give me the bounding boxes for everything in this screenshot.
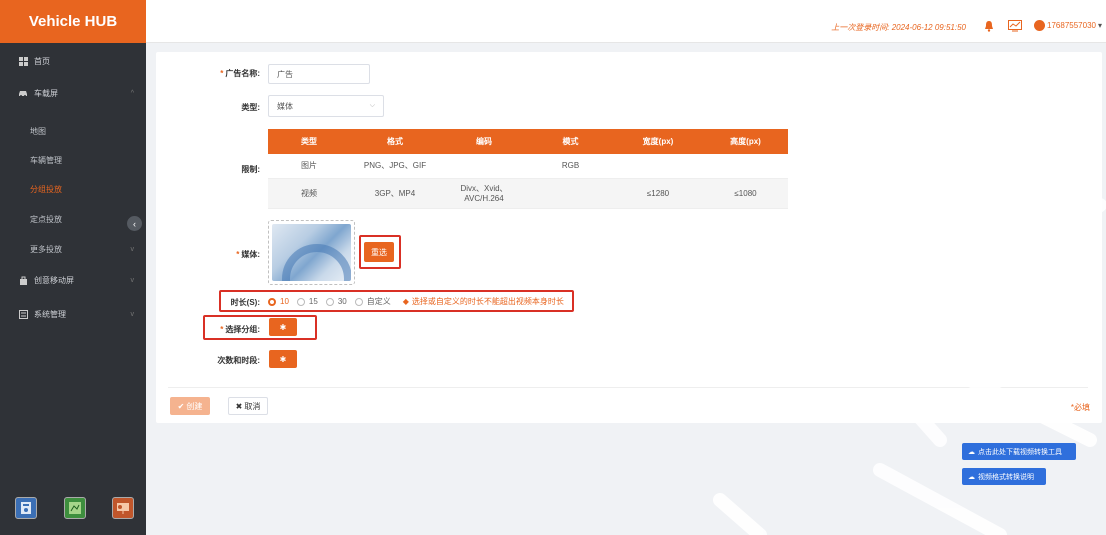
gear-icon: ✱ [279, 354, 287, 364]
media-preview-image [272, 224, 351, 281]
times-periods-label: 次数和时段: [217, 356, 260, 365]
ad-name-input[interactable]: 广告 [268, 64, 370, 84]
create-button[interactable]: ✔ 创建 [170, 397, 210, 415]
media-thumbnail[interactable] [268, 220, 355, 285]
sidebar-item-label: 创意移动屏 [34, 275, 74, 285]
sidebar-item-label: 车载屏 [34, 88, 58, 98]
column-header: 编码 [476, 136, 492, 146]
limits-table: 类型 格式 编码 模式 宽度(px) 高度(px) 图片 PNG、JPG、GIF… [268, 129, 788, 209]
select-group-button[interactable]: ✱ [269, 318, 297, 336]
times-periods-button[interactable]: ✱ [269, 350, 297, 368]
gear-icon: ✱ [279, 322, 287, 332]
avatar [1034, 20, 1046, 31]
duration-radio-group: 10 15 30 自定义 ◆ 选择或自定义的时长不能超出视频本身时长 [268, 296, 564, 307]
column-header: 高度(px) [730, 136, 761, 146]
limit-label: 限制: [241, 165, 260, 174]
chevron-down-icon: v [130, 276, 135, 284]
sidebar-item-label: 地图 [30, 126, 46, 136]
sidebar-item-home[interactable]: 首页 [0, 47, 146, 75]
user-menu[interactable]: 17687557030 ▾ [1034, 20, 1102, 31]
sidebar-item-label: 定点投放 [30, 214, 62, 224]
cancel-button[interactable]: ✖ 取消 [228, 397, 268, 415]
brand-logo[interactable]: Vehicle HUB [0, 0, 146, 43]
presentation-icon[interactable] [112, 497, 134, 519]
duration-option-15[interactable]: 15 [296, 297, 318, 306]
chevron-down-icon: ⌵ [369, 102, 375, 109]
group-label: * 选择分组: [220, 325, 260, 334]
username: 17687557030 [1047, 21, 1096, 30]
chevron-up-icon: ^ [130, 89, 134, 97]
sidebar-item-group-delivery[interactable]: 分组投放 [0, 175, 146, 203]
sidebar-item-vehicle-screen[interactable]: 车载屏 ^ [0, 79, 146, 107]
media-label: * 媒体: [236, 250, 260, 259]
column-header: 模式 [562, 136, 579, 146]
duration-option-10[interactable]: 10 [268, 297, 289, 306]
ad-name-label: * 广告名称: [220, 69, 260, 78]
map-tool-icon[interactable] [64, 497, 86, 519]
chevron-down-icon: v [130, 310, 135, 318]
divider [168, 387, 1088, 388]
table-cell: PNG、JPG、GIF [363, 161, 427, 170]
cloud-icon: ☁ [968, 473, 975, 481]
sidebar-item-system-management[interactable]: 系统管理 v [0, 300, 146, 328]
sidebar-item-creative-mobile-screen[interactable]: 创意移动屏 v [0, 266, 146, 294]
sidebar-item-label: 首页 [34, 56, 50, 66]
table-cell: 图片 [301, 161, 317, 170]
table-cell: ≤1080 [734, 188, 757, 198]
bag-icon [18, 275, 28, 285]
calculator-icon[interactable] [15, 497, 37, 519]
cloud-icon: ☁ [968, 448, 975, 456]
settings-icon [18, 309, 28, 319]
sidebar-item-label: 更多投放 [30, 244, 62, 254]
table-cell [440, 154, 528, 178]
table-cell: Divx、Xvid、AVC/H.264 [460, 183, 508, 203]
convert-guide-button[interactable]: ☁ 视频格式转换说明 [962, 468, 1046, 485]
table-header: 类型 格式 编码 模式 宽度(px) 高度(px) [268, 129, 788, 154]
table-cell: 3GP、MP4 [374, 188, 416, 198]
chevron-down-icon: ▾ [1097, 21, 1102, 30]
duration-label: 时长(S): [230, 298, 260, 307]
tag-icon: ◆ [402, 297, 409, 306]
table-cell [703, 154, 788, 178]
table-cell: ≤1280 [646, 188, 670, 198]
column-header: 宽度(px) [642, 136, 674, 146]
chart-monitor-icon[interactable] [1008, 20, 1022, 32]
sidebar: Vehicle HUB 首页 车载屏 ^ 地图 车辆管理 分组投放 定点投放 更… [0, 0, 146, 535]
type-label: 类型: [241, 103, 260, 112]
duration-hint: ◆ 选择或自定义的时长不能超出视频本身时长 [402, 297, 564, 306]
sidebar-item-label: 车辆管理 [30, 155, 62, 165]
duration-option-custom[interactable]: 自定义 [354, 296, 391, 307]
notification-bell-icon[interactable] [982, 20, 996, 32]
chevron-down-icon: v [130, 245, 135, 253]
car-icon [18, 88, 28, 98]
dashboard-icon [18, 56, 28, 66]
topbar: 上一次登录时间: 2024-06-12 09:51:50 17687557030… [146, 0, 1106, 43]
sidebar-item-label: 分组投放 [30, 184, 62, 194]
sidebar-item-label: 系统管理 [34, 309, 66, 319]
column-header: 类型 [301, 136, 317, 146]
required-note: *必填 [1070, 403, 1090, 412]
duration-option-30[interactable]: 30 [325, 297, 347, 306]
table-cell [613, 154, 703, 178]
sidebar-item-map[interactable]: 地图 [0, 117, 146, 145]
column-header: 格式 [387, 136, 403, 146]
sidebar-item-more-delivery[interactable]: 更多投放 v [0, 235, 146, 263]
table-cell: RGB [561, 161, 580, 170]
table-row: 视频 3GP、MP4 Divx、Xvid、AVC/H.264 ≤1280 ≤10… [268, 179, 788, 209]
download-tool-button[interactable]: ☁ 点击此处下载视频转换工具 [962, 443, 1076, 460]
reselect-button[interactable]: 重选 [364, 242, 394, 262]
last-login-time: 上一次登录时间: 2024-06-12 09:51:50 [831, 23, 966, 32]
close-icon: ✖ [235, 401, 243, 411]
check-icon: ✔ [177, 401, 185, 411]
table-cell: 视频 [301, 188, 317, 198]
table-row: 图片 PNG、JPG、GIF RGB [268, 154, 788, 179]
sidebar-item-fixed-point-delivery[interactable]: 定点投放 [0, 205, 146, 233]
sidebar-item-vehicle-management[interactable]: 车辆管理 [0, 146, 146, 174]
type-select[interactable]: 媒体 ⌵ [268, 95, 384, 117]
collapse-sidebar-button[interactable]: ‹ [127, 216, 142, 231]
table-cell [528, 179, 613, 208]
